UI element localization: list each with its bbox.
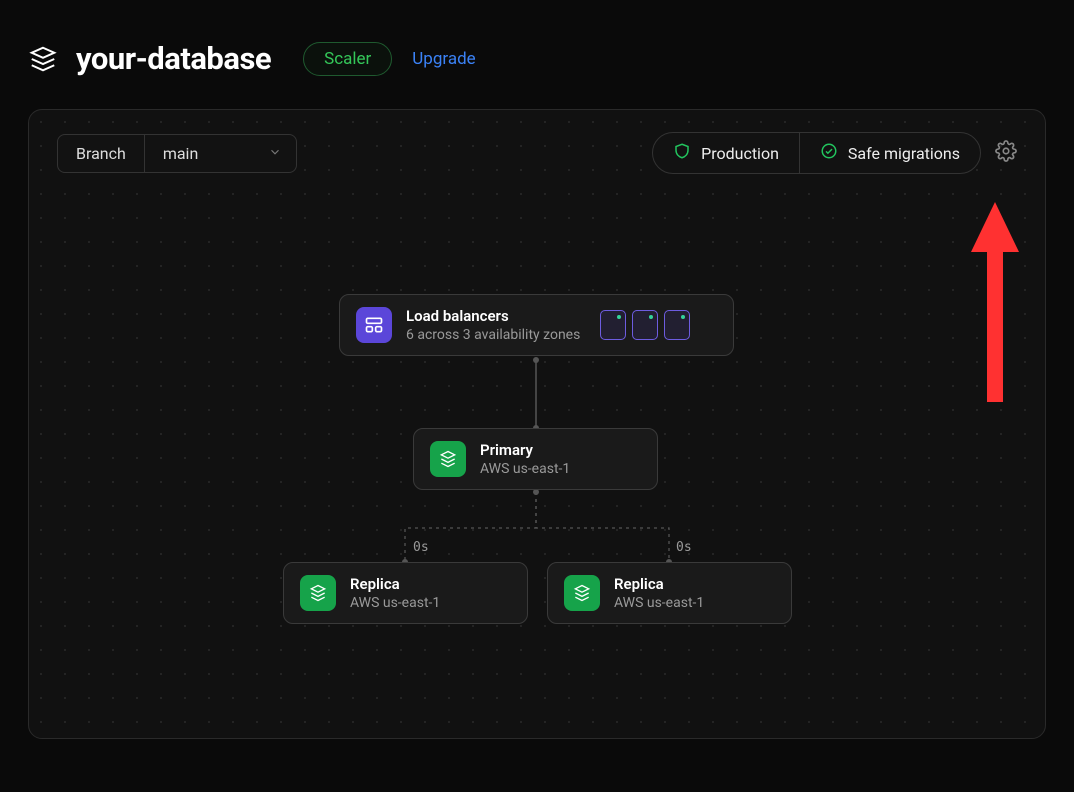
database-icon — [430, 441, 466, 477]
database-name: your-database — [76, 40, 271, 77]
architecture-panel: Branch main Production — [28, 109, 1046, 739]
topology-diagram: Load balancers 6 across 3 availability z… — [29, 220, 1045, 738]
replica2-latency: 0s — [676, 540, 692, 555]
panel-toolbar: Branch main Production — [29, 110, 1045, 174]
replica2-title: Replica — [614, 575, 704, 593]
primary-node[interactable]: Primary AWS us-east-1 — [413, 428, 658, 490]
primary-subtitle: AWS us-east-1 — [480, 461, 570, 477]
database-icon — [564, 575, 600, 611]
settings-button[interactable] — [995, 140, 1017, 166]
replica-node-2[interactable]: Replica AWS us-east-1 — [547, 562, 792, 624]
lb-instance-icons — [600, 310, 690, 340]
page-header: your-database Scaler Upgrade — [0, 0, 1074, 97]
check-circle-icon — [820, 142, 838, 164]
branch-label: Branch — [58, 135, 145, 172]
branch-value: main — [163, 144, 198, 163]
production-label: Production — [701, 144, 779, 163]
database-icon — [300, 575, 336, 611]
safe-migrations-pill[interactable]: Safe migrations — [799, 133, 980, 173]
branch-dropdown[interactable]: main — [145, 135, 296, 172]
safe-migrations-label: Safe migrations — [848, 144, 960, 163]
load-balancers-node[interactable]: Load balancers 6 across 3 availability z… — [339, 294, 734, 356]
plan-badge: Scaler — [303, 42, 392, 76]
production-pill[interactable]: Production — [653, 133, 799, 173]
gear-icon — [995, 140, 1017, 162]
status-pill-group: Production Safe migrations — [652, 132, 981, 174]
lb-subtitle: 6 across 3 availability zones — [406, 327, 580, 343]
branch-selector: Branch main — [57, 134, 297, 173]
lb-title: Load balancers — [406, 307, 580, 325]
replica1-latency: 0s — [413, 540, 429, 555]
lb-instance-icon — [664, 310, 690, 340]
replica1-subtitle: AWS us-east-1 — [350, 595, 440, 611]
upgrade-link[interactable]: Upgrade — [412, 49, 475, 69]
lb-instance-icon — [632, 310, 658, 340]
primary-title: Primary — [480, 441, 570, 459]
chevron-down-icon — [268, 144, 282, 163]
replica1-title: Replica — [350, 575, 440, 593]
load-balancer-icon — [356, 307, 392, 343]
lb-instance-icon — [600, 310, 626, 340]
database-stack-icon — [28, 44, 58, 74]
replica-node-1[interactable]: Replica AWS us-east-1 — [283, 562, 528, 624]
shield-icon — [673, 142, 691, 164]
replica2-subtitle: AWS us-east-1 — [614, 595, 704, 611]
